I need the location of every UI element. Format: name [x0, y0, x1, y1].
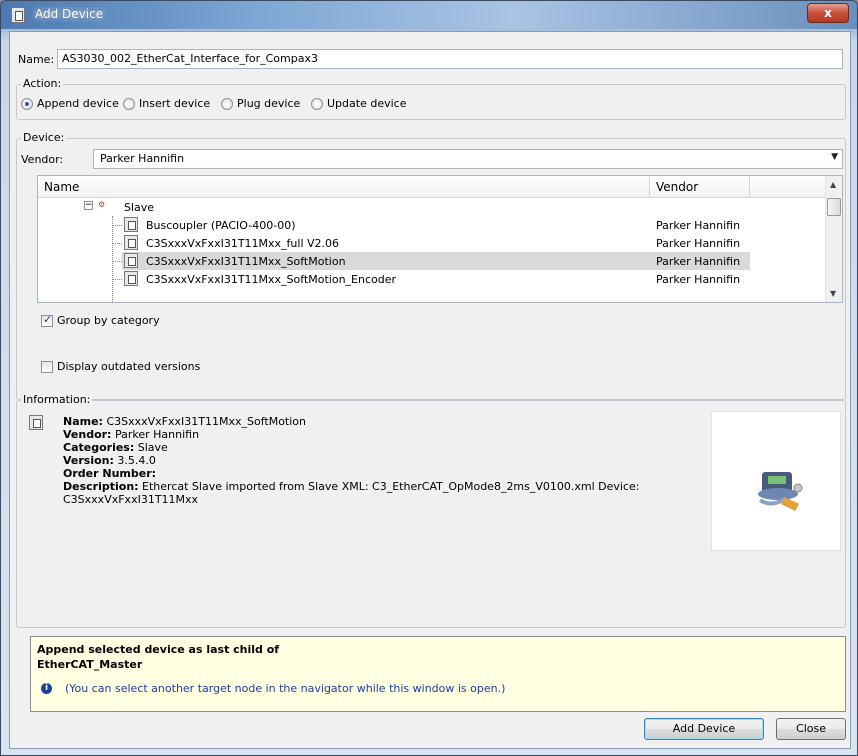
info-categories-key: Categories: — [63, 441, 135, 454]
tree-connector — [112, 216, 113, 302]
scroll-down-icon[interactable]: ▼ — [830, 289, 836, 298]
action-group: Action: Append device Insert device Plug… — [16, 77, 846, 120]
device-name: C3SxxxVxFxxI31T11Mxx_full V2.06 — [146, 237, 340, 250]
table-row[interactable]: C3SxxxVxFxxI31T11Mxx_full V2.06 Parker H… — [122, 234, 750, 252]
tree-category-label: Slave — [124, 201, 155, 214]
device-vendor: Parker Hannifin — [656, 219, 741, 232]
device-group-label: Device: — [21, 131, 67, 144]
info-version-key: Version: — [63, 454, 114, 467]
action-group-label: Action: — [21, 77, 64, 90]
info-icon: i — [41, 683, 52, 694]
ethercat-slave-icon: ⚙ — [98, 200, 106, 209]
device-vendor: Parker Hannifin — [656, 237, 741, 250]
column-header-vendor[interactable]: Vendor — [650, 176, 750, 198]
add-device-button[interactable]: Add Device — [644, 718, 764, 740]
ethercat-device-picture-icon — [758, 472, 803, 512]
device-name: C3SxxxVxFxxI31T11Mxx_SoftMotion_Encoder — [146, 273, 397, 286]
plug-device-radio[interactable] — [221, 98, 233, 110]
insert-device-radio[interactable] — [123, 98, 135, 110]
device-icon — [124, 235, 138, 250]
info-vendor-value: Parker Hannifin — [114, 428, 200, 441]
column-header-empty — [750, 176, 827, 198]
table-row[interactable]: C3SxxxVxFxxI31T11Mxx_SoftMotion_Encoder … — [122, 270, 750, 288]
device-list[interactable]: Name Vendor − ⚙ Slave Buscoupler (PACIO-… — [37, 175, 843, 303]
update-device-label[interactable]: Update device — [327, 97, 406, 110]
tree-connector — [112, 261, 122, 262]
device-icon — [124, 253, 138, 268]
info-vendor-key: Vendor: — [63, 428, 112, 441]
scrollbar-thumb[interactable] — [827, 198, 841, 216]
display-outdated-checkbox[interactable] — [41, 361, 53, 373]
vendor-label: Vendor: — [21, 153, 64, 166]
tree-connector — [112, 225, 122, 226]
chevron-down-icon: ▼ — [831, 152, 838, 162]
info-description-value-2: C3SxxxVxFxxI31T11Mxx — [63, 493, 199, 506]
device-image — [711, 411, 841, 551]
info-version-value: 3.5.4.0 — [117, 454, 156, 467]
device-group: Device: Vendor: Parker Hannifin ▼ Name V… — [16, 131, 846, 400]
display-outdated-label[interactable]: Display outdated versions — [57, 360, 200, 373]
plug-device-label[interactable]: Plug device — [237, 97, 300, 110]
device-vendor: Parker Hannifin — [656, 255, 741, 268]
hint-note: (You can select another target node in t… — [65, 682, 506, 695]
table-row-selected[interactable]: C3SxxxVxFxxI31T11Mxx_SoftMotion Parker H… — [122, 252, 750, 270]
append-device-radio[interactable] — [21, 98, 33, 110]
close-window-button[interactable]: x — [807, 3, 849, 23]
insert-device-label[interactable]: Insert device — [139, 97, 210, 110]
window-title: Add Device — [35, 7, 104, 21]
append-device-label[interactable]: Append device — [37, 97, 119, 110]
device-icon — [124, 271, 138, 286]
column-header-name[interactable]: Name — [38, 176, 650, 198]
device-icon — [29, 415, 43, 430]
info-categories-value: Slave — [137, 441, 168, 454]
group-by-category-checkbox[interactable] — [41, 313, 53, 327]
add-device-dialog: Add Device x Name: AS3030_002_EtherCat_I… — [0, 0, 858, 756]
info-description-key: Description: — [63, 480, 139, 493]
group-by-category-label[interactable]: Group by category — [57, 314, 160, 327]
info-order-key: Order Number: — [63, 467, 157, 480]
tree-category-slave[interactable]: − ⚙ Slave — [84, 198, 384, 216]
dialog-body: Name: AS3030_002_EtherCat_Interface_for_… — [9, 31, 851, 749]
info-name-value: C3SxxxVxFxxI31T11Mxx_SoftMotion — [106, 415, 306, 428]
tree-connector — [112, 243, 122, 244]
information-group: Information: Name: C3SxxxVxFxxI31T11Mxx_… — [16, 393, 846, 628]
info-name-key: Name: — [63, 415, 103, 428]
vendor-select-value: Parker Hannifin — [100, 152, 185, 165]
update-device-radio[interactable] — [311, 98, 323, 110]
name-input[interactable]: AS3030_002_EtherCat_Interface_for_Compax… — [57, 49, 843, 69]
device-information: Name: C3SxxxVxFxxI31T11Mxx_SoftMotion Ve… — [63, 415, 683, 506]
target-hint-box: Append selected device as last child of … — [30, 636, 846, 712]
device-icon — [11, 7, 25, 23]
vendor-select[interactable]: Parker Hannifin ▼ — [93, 149, 843, 169]
device-name: C3SxxxVxFxxI31T11Mxx_SoftMotion — [146, 255, 346, 268]
tree-connector — [112, 279, 122, 280]
device-icon — [124, 217, 138, 232]
title-bar[interactable]: Add Device x — [1, 1, 857, 29]
device-name: Buscoupler (PACIO-400-00) — [146, 219, 296, 232]
list-scrollbar[interactable]: ▲ ▼ — [825, 176, 842, 302]
info-description-value: Ethercat Slave imported from Slave XML: … — [142, 480, 640, 493]
device-vendor: Parker Hannifin — [656, 273, 741, 286]
table-row[interactable]: Buscoupler (PACIO-400-00) Parker Hannifi… — [122, 216, 750, 234]
information-group-label: Information: — [21, 393, 93, 406]
hint-line-1: Append selected device as last child of — [37, 643, 280, 656]
close-button[interactable]: Close — [776, 718, 846, 740]
hint-line-2: EtherCAT_Master — [37, 658, 143, 671]
scroll-up-icon[interactable]: ▲ — [830, 180, 836, 189]
collapse-icon[interactable]: − — [84, 201, 93, 210]
name-label: Name: — [18, 53, 55, 66]
